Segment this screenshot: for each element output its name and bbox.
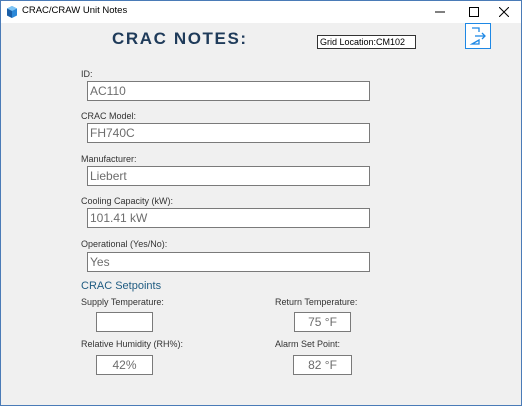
page-title: CRAC NOTES: — [112, 29, 248, 48]
relative-humidity-field[interactable]: 42% — [96, 355, 153, 375]
setpoints-title: CRAC Setpoints — [81, 280, 162, 292]
return-temperature-field[interactable]: 75 °F — [294, 312, 351, 332]
manufacturer-label: Manufacturer: — [81, 154, 137, 164]
minimize-button[interactable] — [423, 1, 457, 23]
app-icon — [7, 6, 17, 18]
minimize-icon — [435, 11, 445, 13]
close-button[interactable] — [487, 1, 521, 23]
supply-temperature-label: Supply Temperature: — [81, 297, 164, 307]
grid-location-label: Grid Location:CM102 — [317, 35, 416, 49]
alarm-set-point-field[interactable]: 82 °F — [293, 355, 352, 375]
cooling-capacity-field[interactable]: 101.41 kW — [87, 208, 370, 228]
operational-field[interactable]: Yes — [87, 252, 370, 272]
manufacturer-field[interactable]: Liebert — [87, 166, 370, 186]
supply-temperature-field[interactable] — [96, 312, 153, 332]
maximize-icon — [469, 7, 479, 17]
title-bar[interactable]: CRAC/CRAW Unit Notes — [1, 1, 521, 23]
app-window: CRAC/CRAW Unit Notes CRAC NOTES: Grid Lo… — [0, 0, 522, 406]
id-label: ID: — [81, 69, 93, 79]
operational-label: Operational (Yes/No): — [81, 239, 168, 249]
crac-model-label: CRAC Model: — [81, 111, 137, 121]
exit-button[interactable] — [465, 23, 491, 49]
id-field[interactable]: AC110 — [87, 81, 370, 101]
window-title: CRAC/CRAW Unit Notes — [22, 5, 128, 16]
return-temperature-label: Return Temperature: — [275, 297, 358, 307]
crac-model-field[interactable]: FH740C — [87, 123, 370, 143]
notes-panel: CRAC NOTES: Grid Location:CM102 ID: AC11… — [1, 23, 521, 405]
maximize-button[interactable] — [457, 1, 491, 23]
relative-humidity-label: Relative Humidity (RH%): — [81, 339, 184, 349]
exit-icon — [469, 27, 486, 45]
close-icon — [499, 7, 509, 17]
cooling-capacity-label: Cooling Capacity (kW): — [81, 196, 174, 206]
alarm-set-point-label: Alarm Set Point: — [275, 339, 341, 349]
